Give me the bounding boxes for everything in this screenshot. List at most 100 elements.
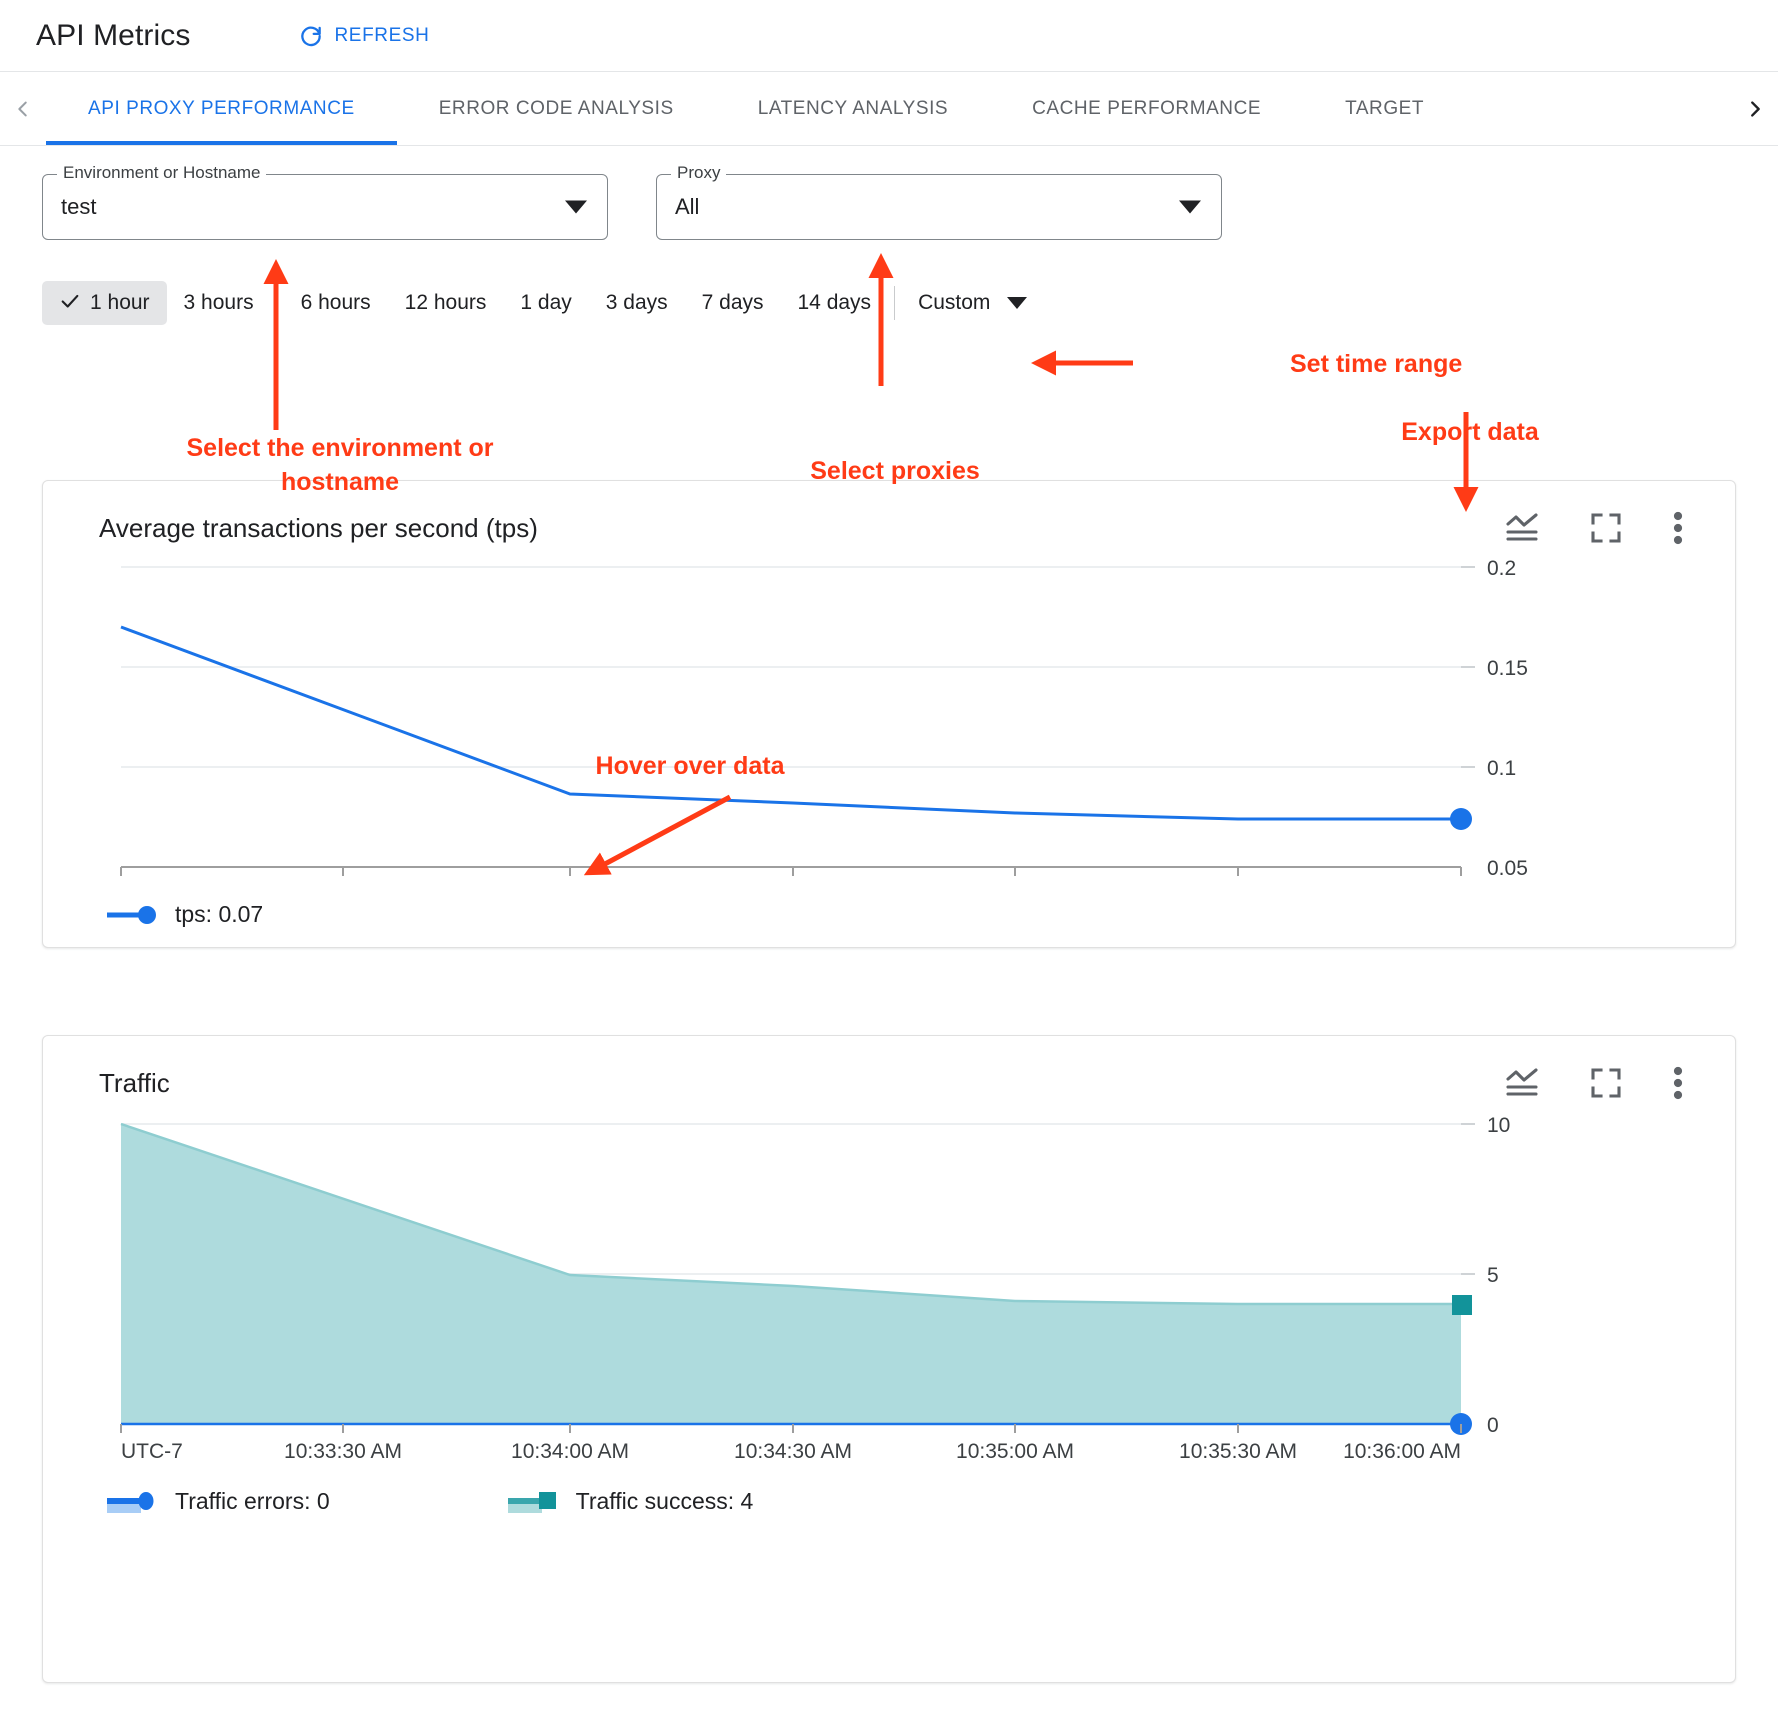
tab-latency-analysis[interactable]: LATENCY ANALYSIS (716, 72, 990, 145)
tab-label: TARGET (1345, 98, 1424, 120)
legend-marker-line (105, 905, 159, 925)
chart-title: Traffic (99, 1068, 170, 1099)
time-range-label: Custom (918, 291, 990, 315)
x-tick-label: 10:34:30 AM (734, 1440, 852, 1463)
check-icon (59, 290, 81, 316)
card-actions (1501, 1062, 1701, 1104)
time-range-custom[interactable]: Custom (901, 282, 1044, 324)
chevron-down-icon (1179, 201, 1201, 214)
tab-list: API PROXY PERFORMANCE ERROR CODE ANALYSI… (46, 72, 1732, 145)
tab-label: ERROR CODE ANALYSIS (439, 98, 674, 120)
refresh-label: REFRESH (334, 25, 429, 47)
time-range-7-days[interactable]: 7 days (685, 282, 781, 324)
time-range-12-hours[interactable]: 12 hours (388, 282, 504, 324)
x-ticks (121, 1424, 1461, 1433)
chevron-right-icon[interactable] (1732, 72, 1778, 145)
y-ticks (1461, 1124, 1475, 1274)
time-range-label: 3 hours (184, 291, 254, 315)
tab-label: CACHE PERFORMANCE (1032, 98, 1261, 120)
tab-label: API PROXY PERFORMANCE (88, 98, 355, 120)
x-axis-timezone-label: UTC-7 (121, 1440, 183, 1463)
time-range-label: 1 day (520, 291, 571, 315)
time-range-selector: 1 hour 3 hours 6 hours 12 hours 1 day 3 … (42, 280, 1778, 326)
api-metrics-page: API Metrics REFRESH API PROXY PERFORMANC… (0, 0, 1778, 1728)
filters-row: Environment or Hostname test Proxy All (0, 146, 1778, 240)
x-tick-label: 10:34:00 AM (511, 1440, 629, 1463)
legend-item-traffic-errors[interactable]: Traffic errors: 0 (105, 1488, 330, 1515)
card-actions (1501, 507, 1701, 549)
refresh-button[interactable]: REFRESH (290, 17, 437, 55)
annotation-export-data: Export data (1270, 416, 1670, 450)
time-range-label: 3 days (606, 291, 668, 315)
tab-cache-performance[interactable]: CACHE PERFORMANCE (990, 72, 1303, 145)
divider (894, 286, 895, 320)
card-header: Traffic (43, 1036, 1735, 1104)
chart-traffic[interactable]: 10 5 0 UTC-7 10:33:30 AM 10:34:00 AM 10:… (43, 1104, 1735, 1515)
page-title: API Metrics (36, 19, 190, 53)
time-range-3-days[interactable]: 3 days (589, 282, 685, 324)
time-range-label: 7 days (702, 291, 764, 315)
proxy-value: All (675, 194, 699, 220)
chevron-left-icon[interactable] (0, 72, 46, 145)
legend-item-traffic-success[interactable]: Traffic success: 4 (506, 1488, 754, 1515)
tab-error-code-analysis[interactable]: ERROR CODE ANALYSIS (397, 72, 716, 145)
y-tick-label: 5 (1487, 1264, 1499, 1287)
y-tick-label: 0.1 (1487, 757, 1516, 780)
environment-value: test (61, 194, 96, 220)
chart-tps-svg: 0.2 0.15 0.1 0.05 UTC-7 10:33:30 AM 10:3… (43, 549, 1737, 879)
time-range-14-days[interactable]: 14 days (781, 282, 889, 324)
time-range-1-hour[interactable]: 1 hour (42, 281, 167, 325)
tab-api-proxy-performance[interactable]: API PROXY PERFORMANCE (46, 72, 397, 145)
time-range-label: 12 hours (405, 291, 487, 315)
divider (277, 286, 278, 320)
chevron-down-icon (565, 201, 587, 214)
legend-item-tps[interactable]: tps: 0.07 (105, 901, 263, 928)
legend-marker-area (506, 1489, 560, 1515)
time-range-3-hours[interactable]: 3 hours (167, 282, 271, 324)
y-tick-label: 0.15 (1487, 657, 1528, 680)
x-tick-label: 10:35:30 AM (1179, 1440, 1297, 1463)
chart-card-traffic: Traffic (42, 1035, 1736, 1683)
fullscreen-icon[interactable] (1587, 509, 1625, 547)
chart-traffic-svg: 10 5 0 UTC-7 10:33:30 AM 10:34:00 AM 10:… (43, 1104, 1737, 1474)
time-range-label: 1 hour (90, 291, 150, 315)
tab-bar: API PROXY PERFORMANCE ERROR CODE ANALYSI… (0, 72, 1778, 146)
legend-label: tps: 0.07 (175, 901, 263, 928)
fullscreen-icon[interactable] (1587, 1064, 1625, 1102)
x-tick-label: 10:36:00 AM (1343, 1440, 1461, 1463)
environment-select[interactable]: Environment or Hostname test (42, 174, 608, 240)
y-tick-label: 0.05 (1487, 857, 1528, 879)
time-range-6-hours[interactable]: 6 hours (284, 282, 388, 324)
chart-lines-icon[interactable] (1501, 1064, 1543, 1102)
series-tps-endpoint (1450, 808, 1472, 830)
more-vertical-icon[interactable] (1669, 507, 1687, 549)
legend-label: Traffic errors: 0 (175, 1488, 330, 1515)
refresh-icon (298, 23, 324, 49)
x-ticks (121, 867, 1461, 876)
tab-target[interactable]: TARGET (1303, 72, 1466, 145)
more-vertical-icon[interactable] (1669, 1062, 1687, 1104)
time-range-1-day[interactable]: 1 day (503, 282, 588, 324)
chart-tps[interactable]: 0.2 0.15 0.1 0.05 UTC-7 10:33:30 AM 10:3… (43, 549, 1735, 928)
chart-lines-icon[interactable] (1501, 509, 1543, 547)
series-traffic-success-endpoint (1452, 1295, 1472, 1315)
x-tick-label: 10:35:00 AM (956, 1440, 1074, 1463)
y-tick-label: 0 (1487, 1414, 1499, 1437)
y-tick-label: 10 (1487, 1114, 1510, 1137)
proxy-label: Proxy (671, 163, 726, 183)
card-header: Average transactions per second (tps) (43, 481, 1735, 549)
legend-label: Traffic success: 4 (576, 1488, 754, 1515)
proxy-select[interactable]: Proxy All (656, 174, 1222, 240)
chart-traffic-legend: Traffic errors: 0 Traffic success: 4 (43, 1488, 1735, 1515)
y-ticks (1461, 567, 1475, 767)
legend-marker-area (105, 1489, 159, 1515)
app-header: API Metrics REFRESH (0, 0, 1778, 72)
annotation-set-time-range: Set time range (1290, 348, 1620, 382)
x-tick-label: 10:33:30 AM (284, 1440, 402, 1463)
y-tick-label: 0.2 (1487, 557, 1516, 580)
environment-label: Environment or Hostname (57, 163, 266, 183)
chart-card-tps: Average transactions per second (tps) (42, 480, 1736, 948)
chart-tps-legend: tps: 0.07 (43, 901, 1735, 928)
chart-title: Average transactions per second (tps) (99, 513, 538, 544)
tab-label: LATENCY ANALYSIS (758, 98, 948, 120)
